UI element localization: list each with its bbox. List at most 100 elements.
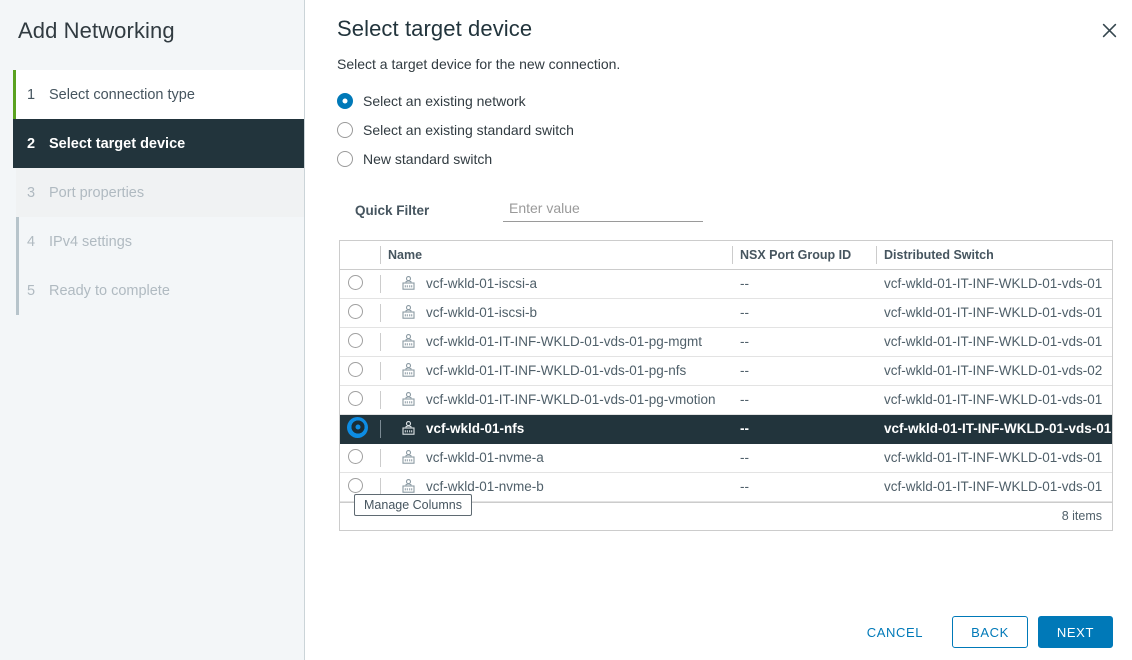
row-name-text: vcf-wkld-01-iscsi-a xyxy=(426,276,537,291)
column-header-nsx-port-group-id[interactable]: NSX Port Group ID xyxy=(732,241,876,269)
table-footer: Manage Columns 8 items xyxy=(340,502,1112,530)
step-label: Port properties xyxy=(49,185,144,201)
step-number: 1 xyxy=(27,87,49,103)
port-group-icon xyxy=(400,420,417,437)
step-number: 3 xyxy=(27,185,49,201)
radio-new-standard-switch[interactable]: New standard switch xyxy=(337,144,1113,173)
row-name-text: vcf-wkld-01-nvme-a xyxy=(426,450,544,465)
row-switch-cell: vcf-wkld-01-IT-INF-WKLD-01-vds-01 xyxy=(876,443,1112,472)
row-name-text: vcf-wkld-01-IT-INF-WKLD-01-vds-01-pg-nfs xyxy=(426,363,686,378)
row-name-cell: vcf-wkld-01-iscsi-a xyxy=(380,269,732,298)
row-radio-icon[interactable] xyxy=(348,391,363,406)
row-nsx-cell: -- xyxy=(732,327,876,356)
row-select-cell[interactable] xyxy=(340,298,380,327)
wizard-step-ipv4-settings[interactable]: 4 IPv4 settings xyxy=(16,217,304,266)
quick-filter-bar: Quick Filter xyxy=(337,198,1113,222)
wizard-step-port-properties[interactable]: 3 Port properties xyxy=(16,168,304,217)
row-radio-icon[interactable] xyxy=(348,333,363,348)
row-radio-icon[interactable] xyxy=(348,362,363,377)
table-row[interactable]: vcf-wkld-01-iscsi-a -- vcf-wkld-01-IT-IN… xyxy=(340,269,1112,298)
row-radio-icon[interactable] xyxy=(348,275,363,290)
row-select-cell[interactable] xyxy=(340,414,380,443)
row-radio-icon-selected[interactable] xyxy=(348,418,367,437)
page-subtitle: Select a target device for the new conne… xyxy=(337,56,1113,72)
radio-mark-icon xyxy=(337,122,353,138)
port-group-icon xyxy=(400,449,417,466)
row-select-cell[interactable] xyxy=(340,356,380,385)
manage-columns-button[interactable]: Manage Columns xyxy=(354,494,472,516)
step-number: 2 xyxy=(27,136,49,152)
wizard-step-select-connection-type[interactable]: 1 Select connection type xyxy=(16,70,304,119)
row-select-cell[interactable] xyxy=(340,327,380,356)
row-name-text: vcf-wkld-01-nvme-b xyxy=(426,479,544,494)
radio-mark-icon xyxy=(337,93,353,109)
table-header-row: Name NSX Port Group ID Distributed Switc… xyxy=(340,241,1112,269)
row-name-cell: vcf-wkld-01-nfs xyxy=(380,414,732,443)
row-name-cell: vcf-wkld-01-nvme-a xyxy=(380,443,732,472)
table-row[interactable]: vcf-wkld-01-IT-INF-WKLD-01-vds-01-pg-mgm… xyxy=(340,327,1112,356)
row-name-text: vcf-wkld-01-nfs xyxy=(426,421,524,436)
row-switch-cell: vcf-wkld-01-IT-INF-WKLD-01-vds-01 xyxy=(876,269,1112,298)
search-input[interactable] xyxy=(503,198,703,222)
add-networking-wizard: Add Networking 1 Select connection type … xyxy=(0,0,1132,660)
quick-filter-label: Quick Filter xyxy=(355,203,503,218)
table-body: vcf-wkld-01-iscsi-a -- vcf-wkld-01-IT-IN… xyxy=(340,269,1112,501)
row-nsx-cell: -- xyxy=(732,385,876,414)
wizard-title: Add Networking xyxy=(0,0,304,44)
column-header-distributed-switch[interactable]: Distributed Switch xyxy=(876,241,1112,269)
wizard-footer-actions: CANCEL BACK NEXT xyxy=(848,616,1113,648)
row-name-cell: vcf-wkld-01-iscsi-b xyxy=(380,298,732,327)
table-row[interactable]: vcf-wkld-01-iscsi-b -- vcf-wkld-01-IT-IN… xyxy=(340,298,1112,327)
row-name-cell: vcf-wkld-01-IT-INF-WKLD-01-vds-01-pg-vmo… xyxy=(380,385,732,414)
row-nsx-cell: -- xyxy=(732,472,876,501)
table-row[interactable]: vcf-wkld-01-nvme-a -- vcf-wkld-01-IT-INF… xyxy=(340,443,1112,472)
wizard-sidebar: Add Networking 1 Select connection type … xyxy=(0,0,305,660)
page-title: Select target device xyxy=(337,16,1113,42)
step-label: Ready to complete xyxy=(49,283,170,299)
close-icon[interactable] xyxy=(1097,18,1121,42)
radio-select-existing-network[interactable]: Select an existing network xyxy=(337,86,1113,115)
table-row[interactable]: vcf-wkld-01-IT-INF-WKLD-01-vds-01-pg-vmo… xyxy=(340,385,1112,414)
step-label: Select connection type xyxy=(49,87,195,103)
row-switch-cell: vcf-wkld-01-IT-INF-WKLD-01-vds-01 xyxy=(876,414,1112,443)
row-switch-cell: vcf-wkld-01-IT-INF-WKLD-01-vds-01 xyxy=(876,327,1112,356)
row-name-text: vcf-wkld-01-IT-INF-WKLD-01-vds-01-pg-vmo… xyxy=(426,392,716,407)
target-device-radio-group: Select an existing network Select an exi… xyxy=(337,86,1113,173)
row-switch-cell: vcf-wkld-01-IT-INF-WKLD-01-vds-01 xyxy=(876,298,1112,327)
wizard-step-ready-to-complete[interactable]: 5 Ready to complete xyxy=(16,266,304,315)
column-header-name[interactable]: Name xyxy=(380,241,732,269)
row-select-cell[interactable] xyxy=(340,269,380,298)
row-nsx-cell: -- xyxy=(732,414,876,443)
radio-select-existing-standard-switch[interactable]: Select an existing standard switch xyxy=(337,115,1113,144)
back-button[interactable]: BACK xyxy=(952,616,1028,648)
row-switch-cell: vcf-wkld-01-IT-INF-WKLD-01-vds-01 xyxy=(876,385,1112,414)
step-number: 5 xyxy=(27,283,49,299)
wizard-step-select-target-device[interactable]: 2 Select target device xyxy=(16,119,304,168)
row-select-cell[interactable] xyxy=(340,443,380,472)
port-group-icon xyxy=(400,478,417,495)
step-number: 4 xyxy=(27,234,49,250)
wizard-step-list: 1 Select connection type 2 Select target… xyxy=(0,70,304,315)
table-row-selected[interactable]: vcf-wkld-01-nfs -- vcf-wkld-01-IT-INF-WK… xyxy=(340,414,1112,443)
radio-label: New standard switch xyxy=(363,151,492,167)
step-label: Select target device xyxy=(49,136,185,152)
column-header-select xyxy=(340,241,380,269)
row-select-cell[interactable] xyxy=(340,385,380,414)
radio-mark-icon xyxy=(337,151,353,167)
port-group-icon xyxy=(400,391,417,408)
cancel-button[interactable]: CANCEL xyxy=(848,616,942,648)
radio-label: Select an existing standard switch xyxy=(363,122,574,138)
row-switch-cell: vcf-wkld-01-IT-INF-WKLD-01-vds-01 xyxy=(876,472,1112,501)
row-switch-cell: vcf-wkld-01-IT-INF-WKLD-01-vds-02 xyxy=(876,356,1112,385)
row-radio-icon[interactable] xyxy=(348,304,363,319)
port-group-icon xyxy=(400,333,417,350)
next-button[interactable]: NEXT xyxy=(1038,616,1113,648)
row-nsx-cell: -- xyxy=(732,269,876,298)
row-nsx-cell: -- xyxy=(732,443,876,472)
row-radio-icon[interactable] xyxy=(348,449,363,464)
radio-label: Select an existing network xyxy=(363,93,526,109)
row-radio-icon[interactable] xyxy=(348,478,363,493)
port-group-icon xyxy=(400,275,417,292)
table-row[interactable]: vcf-wkld-01-IT-INF-WKLD-01-vds-01-pg-nfs… xyxy=(340,356,1112,385)
row-name-cell: vcf-wkld-01-IT-INF-WKLD-01-vds-01-pg-mgm… xyxy=(380,327,732,356)
